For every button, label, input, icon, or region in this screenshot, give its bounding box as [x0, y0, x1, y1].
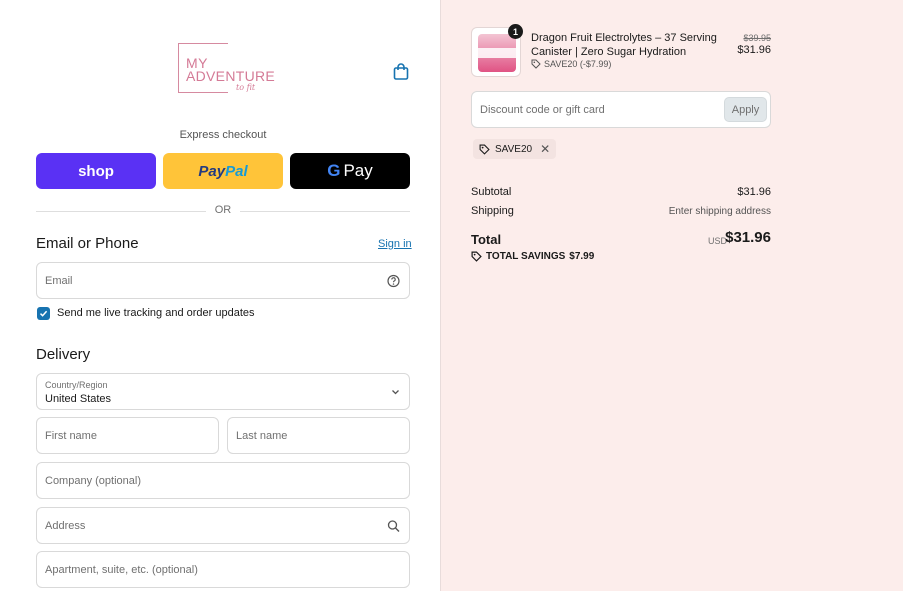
paypal-label-a: Pay [198, 162, 226, 180]
last-name-field [227, 417, 410, 454]
google-g-icon: G [327, 161, 341, 180]
chevron-down-icon [392, 389, 399, 394]
or-text: OR [214, 204, 232, 216]
shipping-value: Enter shipping address [668, 206, 771, 217]
discount-code-field: Apply [471, 91, 771, 128]
savings-value: $7.99 [569, 251, 595, 262]
shop-pay-button[interactable]: shop [36, 153, 156, 189]
paypal-button[interactable]: Pay Pal [163, 153, 283, 189]
google-pay-label: Pay [343, 161, 373, 180]
country-label: Country/Region [45, 380, 108, 390]
store-logo[interactable]: MY ADVENTURE to fit [178, 43, 275, 95]
sign-in-link[interactable]: Sign in [378, 238, 412, 250]
total-value: $31.96 [725, 229, 771, 246]
checkout-form-panel: MY ADVENTURE to fit Express checkout sho… [0, 0, 440, 591]
product-name: Dragon Fruit Electrolytes – 37 Serving C… [531, 32, 717, 58]
logo-text-line2: ADVENTURE [186, 68, 276, 84]
express-checkout-label: Express checkout [179, 129, 267, 141]
logo-frame-top [178, 43, 228, 44]
google-pay-button[interactable]: G Pay [290, 153, 410, 189]
company-field [36, 462, 410, 499]
updates-checkbox[interactable] [37, 307, 50, 320]
product-image [478, 34, 516, 72]
logo-frame-bottom [178, 92, 228, 93]
applied-code-text: SAVE20 [495, 143, 533, 155]
remove-discount-icon[interactable]: ✕ [540, 142, 550, 156]
shop-pay-label: shop [78, 162, 114, 180]
contact-section-title: Email or Phone [36, 235, 139, 252]
tag-icon [531, 59, 541, 69]
or-divider: OR [36, 204, 410, 218]
check-icon [39, 310, 48, 317]
discount-code-input[interactable] [472, 92, 712, 127]
savings-label: TOTAL SAVINGS [486, 251, 566, 262]
quantity-badge: 1 [508, 24, 523, 39]
logo-text-line3: to fit [236, 83, 256, 92]
first-name-field [36, 417, 219, 454]
paypal-label-b: Pal [225, 162, 248, 180]
tag-icon [479, 144, 490, 155]
apartment-input[interactable] [37, 552, 409, 587]
apply-button[interactable]: Apply [724, 97, 767, 122]
total-label: Total [471, 232, 502, 247]
product-discount-text: SAVE20 (-$7.99) [544, 59, 612, 69]
country-value: United States [45, 393, 112, 405]
help-circle-icon[interactable] [387, 274, 400, 287]
total-savings: TOTAL SAVINGS $7.99 [471, 251, 594, 262]
original-price: $39.95 [743, 33, 771, 43]
last-name-input[interactable] [228, 418, 409, 453]
address-input[interactable] [37, 508, 409, 543]
first-name-input[interactable] [37, 418, 218, 453]
search-icon [387, 519, 400, 532]
apartment-field [36, 551, 410, 588]
shipping-label: Shipping [471, 205, 514, 217]
subtotal-label: Subtotal [471, 186, 512, 198]
email-input[interactable] [37, 263, 409, 298]
address-field [36, 507, 410, 544]
product-discount: SAVE20 (-$7.99) [531, 59, 611, 69]
tag-icon [471, 251, 482, 262]
shopping-bag-icon[interactable] [393, 63, 409, 80]
updates-checkbox-label: Send me live tracking and order updates [57, 307, 255, 319]
country-select[interactable]: Country/Region United States [36, 373, 410, 410]
delivery-section-title: Delivery [36, 346, 91, 363]
subtotal-value: $31.96 [737, 186, 771, 198]
company-input[interactable] [37, 463, 409, 498]
email-field [36, 262, 410, 299]
order-summary-panel [440, 0, 903, 591]
discounted-price: $31.96 [737, 44, 771, 56]
applied-discount-chip: SAVE20 ✕ [473, 139, 557, 159]
